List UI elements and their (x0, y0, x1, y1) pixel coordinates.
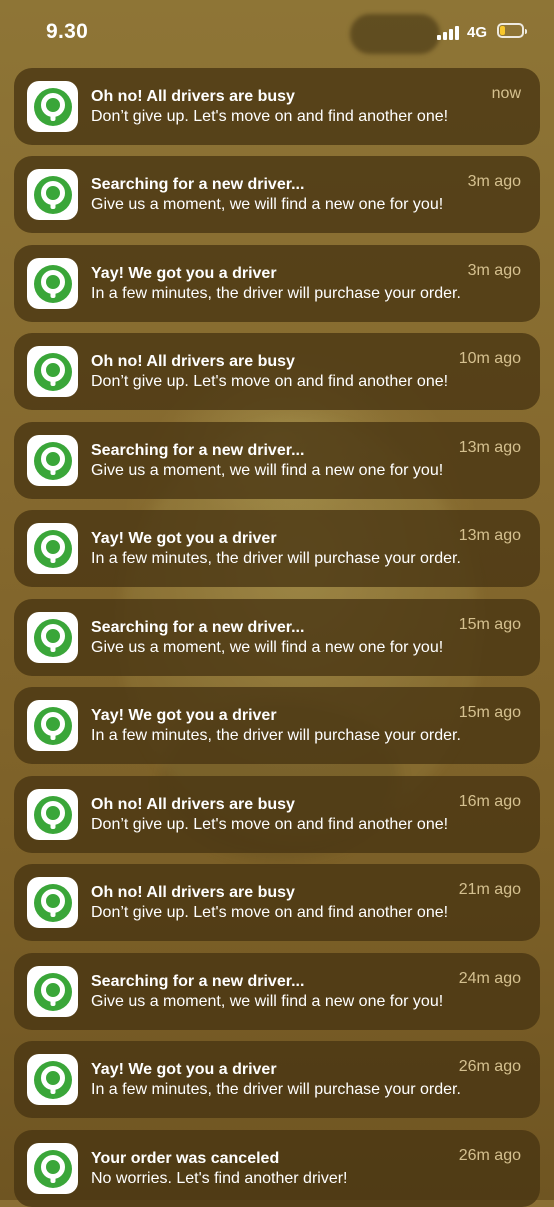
notification-card[interactable]: Searching for a new driver... Give us a … (14, 422, 540, 499)
notification-time: 10m ago (458, 350, 521, 367)
notification-body: Don’t give up. Let's move on and find an… (91, 373, 449, 390)
gojek-logo-icon (27, 966, 78, 1017)
notification-card[interactable]: Yay! We got you a driver In a few minute… (14, 687, 540, 764)
notification-title: Your order was canceled (91, 1150, 280, 1167)
notification-time: 24m ago (458, 970, 521, 987)
notification-title: Oh no! All drivers are busy (91, 884, 295, 901)
notification-card[interactable]: Yay! We got you a driver In a few minute… (14, 510, 540, 587)
gojek-logo-icon (27, 1054, 78, 1105)
notification-body: No worries. Let's find another driver! (91, 1170, 348, 1187)
notification-title: Oh no! All drivers are busy (91, 88, 295, 105)
notification-time: 26m ago (458, 1058, 521, 1075)
notification-time: 15m ago (458, 616, 521, 633)
notification-time: 26m ago (458, 1147, 521, 1164)
gojek-logo-icon (27, 346, 78, 397)
notification-body: Don’t give up. Let's move on and find an… (91, 816, 449, 833)
dynamic-island-pill[interactable] (350, 14, 440, 54)
notification-card[interactable]: Searching for a new driver... Give us a … (14, 953, 540, 1030)
notification-card[interactable]: Yay! We got you a driver In a few minute… (14, 1041, 540, 1118)
notification-time: 15m ago (458, 704, 521, 721)
notification-title: Oh no! All drivers are busy (91, 796, 295, 813)
notification-card[interactable]: Searching for a new driver... Give us a … (14, 599, 540, 676)
gojek-logo-icon (27, 523, 78, 574)
cellular-signal-icon (437, 25, 459, 40)
gojek-logo-icon (27, 435, 78, 486)
status-time: 9.30 (46, 20, 89, 43)
network-type: 4G (467, 24, 488, 41)
notification-time: 13m ago (458, 527, 521, 544)
notification-title: Searching for a new driver... (91, 619, 305, 636)
notification-title: Yay! We got you a driver (91, 265, 277, 282)
notification-card[interactable]: Your order was canceled No worries. Let'… (14, 1130, 540, 1207)
gojek-logo-icon (27, 1143, 78, 1194)
notification-body: In a few minutes, the driver will purcha… (91, 1081, 461, 1098)
gojek-logo-icon (27, 81, 78, 132)
gojek-logo-icon (27, 877, 78, 928)
notification-title: Oh no! All drivers are busy (91, 353, 295, 370)
notification-card[interactable]: Oh no! All drivers are busy Don’t give u… (14, 864, 540, 941)
notification-body: Give us a moment, we will find a new one… (91, 196, 444, 213)
notification-title: Yay! We got you a driver (91, 530, 277, 547)
notification-body: Give us a moment, we will find a new one… (91, 993, 444, 1010)
notification-title: Searching for a new driver... (91, 442, 305, 459)
notification-card[interactable]: Yay! We got you a driver In a few minute… (14, 245, 540, 322)
notification-body: In a few minutes, the driver will purcha… (91, 727, 461, 744)
notification-time: 3m ago (467, 173, 521, 190)
notification-time: 3m ago (467, 262, 521, 279)
notification-title: Searching for a new driver... (91, 176, 305, 193)
notification-card[interactable]: Searching for a new driver... Give us a … (14, 156, 540, 233)
notification-time: 21m ago (458, 881, 521, 898)
notification-body: Give us a moment, we will find a new one… (91, 639, 444, 656)
notification-card[interactable]: Oh no! All drivers are busy Don’t give u… (14, 68, 540, 145)
notification-time: 16m ago (458, 793, 521, 810)
notification-body: Don’t give up. Let's move on and find an… (91, 108, 449, 125)
notification-title: Searching for a new driver... (91, 973, 305, 990)
notification-title: Yay! We got you a driver (91, 1061, 277, 1078)
notification-body: Give us a moment, we will find a new one… (91, 462, 444, 479)
battery-icon (497, 23, 527, 38)
status-bar: 9.30 4G (0, 0, 554, 64)
notification-body: Don’t give up. Let's move on and find an… (91, 904, 449, 921)
gojek-logo-icon (27, 700, 78, 751)
battery-level (500, 26, 506, 35)
gojek-logo-icon (27, 789, 78, 840)
notification-card[interactable]: Oh no! All drivers are busy Don’t give u… (14, 776, 540, 853)
notification-body: In a few minutes, the driver will purcha… (91, 550, 461, 567)
gojek-logo-icon (27, 612, 78, 663)
notification-time: now (491, 85, 521, 102)
notification-card[interactable]: Oh no! All drivers are busy Don’t give u… (14, 333, 540, 410)
notification-body: In a few minutes, the driver will purcha… (91, 285, 461, 302)
notification-title: Yay! We got you a driver (91, 707, 277, 724)
gojek-logo-icon (27, 169, 78, 220)
notification-time: 13m ago (458, 439, 521, 456)
gojek-logo-icon (27, 258, 78, 309)
